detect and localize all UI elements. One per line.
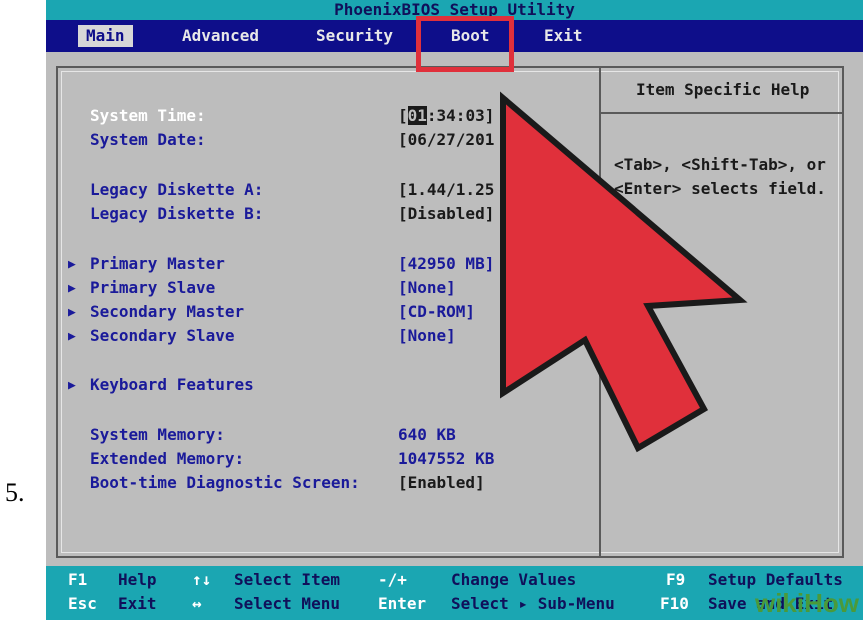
wikihow-watermark: wikiHow [754, 588, 859, 618]
arrow-cursor-icon [500, 91, 748, 453]
